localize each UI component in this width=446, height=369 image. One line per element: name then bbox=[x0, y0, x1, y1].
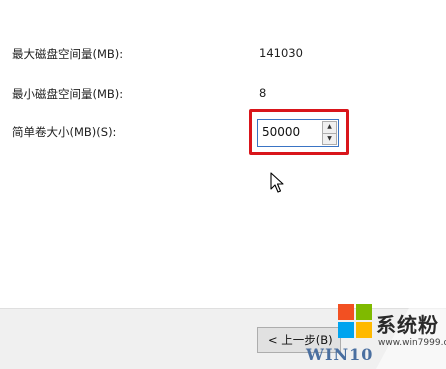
watermark-win10-text: WIN10 bbox=[306, 345, 374, 364]
min-space-value: 8 bbox=[259, 86, 267, 100]
windows-logo-icon bbox=[338, 304, 372, 338]
logo-square-blue bbox=[338, 322, 354, 338]
logo-square-green bbox=[356, 304, 372, 320]
mouse-pointer-icon bbox=[270, 172, 284, 193]
chevron-down-icon[interactable]: ▼ bbox=[322, 133, 337, 145]
logo-square-yellow bbox=[356, 322, 372, 338]
watermark-site-name: 系统粉 bbox=[376, 313, 439, 337]
volume-size-input[interactable]: 50000 bbox=[262, 125, 300, 139]
min-space-label: 最小磁盘空间量(MB): bbox=[12, 87, 124, 101]
site-watermark: WIN10 系统粉 www.win7999.com bbox=[296, 289, 446, 369]
max-space-label: 最大磁盘空间量(MB): bbox=[12, 47, 124, 61]
volume-size-stepper[interactable]: 50000 ▲ ▼ bbox=[257, 119, 339, 147]
max-space-value: 141030 bbox=[259, 46, 303, 60]
stepper-buttons: ▲ ▼ bbox=[322, 121, 337, 145]
logo-square-red bbox=[338, 304, 354, 320]
watermark-site-url: www.win7999.com bbox=[378, 338, 446, 348]
chevron-up-icon[interactable]: ▲ bbox=[322, 121, 337, 134]
volume-size-label: 简单卷大小(MB)(S): bbox=[12, 125, 117, 139]
